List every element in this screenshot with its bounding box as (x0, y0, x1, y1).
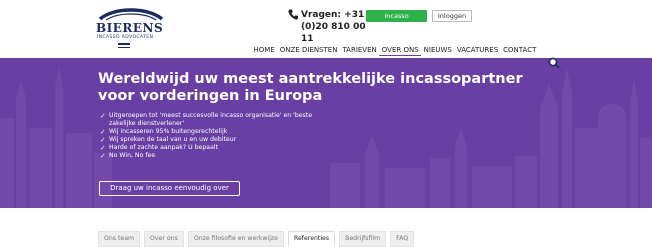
nav-item-over-ons[interactable]: OVER ONS (379, 44, 422, 56)
hero-banner: Wereldwijd uw meest aantrekkelijke incas… (0, 58, 652, 208)
search-icon[interactable] (548, 57, 560, 69)
nav-item-nieuws[interactable]: NIEUWS (421, 44, 454, 56)
usp-item: Wij spreken de taal van u en uw debiteur (100, 136, 340, 144)
tab-faq[interactable]: FAQ (390, 231, 415, 247)
usp-item: Harde of zachte aanpak? U bepaalt (100, 144, 340, 152)
tab-filosofie[interactable]: Onze filosofie en werkwijze (187, 231, 284, 247)
site-header: BIERENS INCASSO ADVOCATEN Vragen: +31 (0… (0, 0, 652, 58)
phone-icon (288, 9, 298, 20)
menu-icon[interactable] (118, 43, 130, 49)
tab-over-ons[interactable]: Over ons (144, 231, 184, 247)
logo-arc-graphic (98, 8, 164, 21)
bierens-logo[interactable]: BIERENS INCASSO ADVOCATEN (96, 6, 166, 48)
brand-name: BIERENS (96, 21, 164, 35)
nav-item-vacatures[interactable]: VACATURES (454, 44, 500, 56)
nav-item-home[interactable]: HOME (251, 44, 277, 56)
hero-title: Wereldwijd uw meest aantrekkelijke incas… (98, 71, 523, 104)
main-nav: HOME ONZE DIENSTEN TARIEVEN OVER ONS NIE… (251, 44, 539, 56)
tab-ons-team[interactable]: Ons team (98, 231, 141, 247)
login-button[interactable]: Inloggen (432, 10, 472, 22)
nav-item-tarieven[interactable]: TARIEVEN (340, 44, 379, 56)
nav-item-contact[interactable]: CONTACT (501, 44, 539, 56)
incasso-overdragen-button[interactable]: Incasso overdragen (366, 10, 427, 32)
brand-tagline: INCASSO ADVOCATEN (97, 35, 154, 40)
about-tabs: Ons team Over ons Onze filosofie en werk… (98, 231, 415, 247)
usp-item: Wij incasseren 95% buitengerechtelijk (100, 128, 340, 136)
usp-item: Uitgeroepen tot 'meest succesvolle incas… (100, 112, 340, 128)
usp-item: No Win, No fee (100, 152, 340, 160)
usp-list: Uitgeroepen tot 'meest succesvolle incas… (100, 112, 340, 160)
draag-incasso-over-button[interactable]: Draag uw incasso eenvoudig over (99, 181, 240, 196)
tab-referenties[interactable]: Referenties (287, 231, 336, 247)
phone-label: Vragen: +31 (0)20 810 00 11 (301, 10, 366, 44)
nav-item-diensten[interactable]: ONZE DIENSTEN (277, 44, 340, 56)
tab-bedrijfsfilm[interactable]: Bedrijfsfilm (339, 231, 387, 247)
